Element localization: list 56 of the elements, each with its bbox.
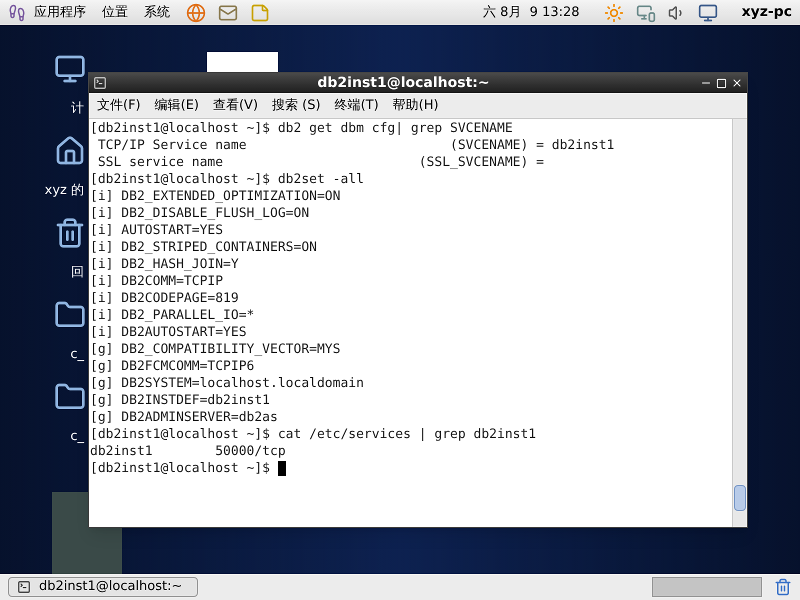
terminal-icon xyxy=(93,76,107,90)
desktop-icon-label: c_ xyxy=(70,346,86,364)
panel-menu[interactable]: 应用程序 xyxy=(34,2,86,22)
network-icon[interactable] xyxy=(636,2,656,22)
terminal-line: db2inst1 50000/tcp xyxy=(90,443,286,460)
terminal-line: [i] DB2_STRIPED_CONTAINERS=ON xyxy=(90,239,317,256)
terminal-line: [i] DB2AUTOSTART=YES xyxy=(90,324,247,341)
terminal-line: [g] DB2INSTDEF=db2inst1 xyxy=(90,392,270,409)
terminal-line: [i] DB2_DISABLE_FLUSH_LOG=ON xyxy=(90,205,310,222)
terminal-line: [g] DB2FCMCOMM=TCPIP6 xyxy=(90,358,254,375)
terminal-line: SSL service name (SSL_SVCENAME) = xyxy=(96,154,544,171)
terminal-line: [i] DB2COMM=TCPIP xyxy=(90,273,224,290)
home-folder-icon[interactable] xyxy=(54,135,86,167)
terminal-line: [i] DB2_EXTENDED_OPTIMIZATION=ON xyxy=(90,188,340,205)
text-cursor xyxy=(278,461,286,476)
terminal-line: [db2inst1@localhost ~]$ cat /etc/services | grep db2inst1 xyxy=(90,426,536,443)
desktop-icon-label: xyz 的 xyxy=(44,182,85,200)
terminal-line: [i] DB2_PARALLEL_IO=* xyxy=(90,307,254,324)
taskbar-window-button[interactable]: db2inst1@localhost:~ xyxy=(8,577,198,597)
trash-icon[interactable] xyxy=(774,578,792,596)
window-title: db2inst1@localhost:~ xyxy=(316,74,491,92)
desktop-icon-label: 计 xyxy=(71,100,85,118)
foot-logo-icon[interactable] xyxy=(8,4,26,22)
display-icon[interactable] xyxy=(698,2,718,22)
terminal-line: [db2inst1@localhost ~]$ db2set -all xyxy=(90,171,364,188)
terminal-line: TCP/IP Service name (SVCENAME) = db2inst1 xyxy=(96,137,614,154)
terminal-line: [i] DB2_HASH_JOIN=Y xyxy=(90,256,239,273)
panel-menu[interactable]: 系统 xyxy=(144,2,170,22)
menu-item[interactable]: 搜索 (S) xyxy=(272,96,321,116)
terminal-line: [g] DB2SYSTEM=localhost.localdomain xyxy=(90,375,364,392)
scrollbar-thumb[interactable] xyxy=(734,485,746,511)
terminal-icon xyxy=(17,580,31,594)
menu-item[interactable]: 查看(V) xyxy=(212,96,258,116)
panel-menu[interactable]: 位置 xyxy=(102,2,128,22)
terminal-line: [db2inst1@localhost ~]$ db2 get dbm cfg| grep SVCENAME xyxy=(90,120,513,137)
trash-icon[interactable] xyxy=(54,217,86,249)
menu-item[interactable]: 终端(T) xyxy=(334,96,379,116)
workspace-switcher[interactable] xyxy=(652,577,762,597)
terminal-line: [i] AUTOSTART=YES xyxy=(90,222,224,239)
menu-item[interactable]: 帮助(H) xyxy=(392,96,439,116)
desktop-icon-label: c_ xyxy=(70,428,86,446)
mail-icon[interactable] xyxy=(218,2,238,22)
terminal-line: [g] DB2ADMINSERVER=db2as xyxy=(90,409,278,426)
menu-item[interactable]: 编辑(E) xyxy=(154,96,199,116)
terminal-line: [i] DB2CODEPAGE=819 xyxy=(90,290,239,307)
menu-item[interactable]: 文件(F) xyxy=(97,96,141,116)
maximize-icon[interactable] xyxy=(716,78,727,88)
user-name[interactable]: xyz-pc xyxy=(742,2,792,23)
globe-icon[interactable] xyxy=(186,2,206,22)
terminal-line: [db2inst1@localhost ~]$ xyxy=(90,460,272,477)
desktop-icon-label: 回 xyxy=(71,264,85,282)
close-icon[interactable] xyxy=(731,77,743,89)
terminal-line: [g] DB2_COMPATIBILITY_VECTOR=MYS xyxy=(90,341,340,358)
clock[interactable]: 六 8月 9 13:28 xyxy=(483,2,580,22)
computer-icon[interactable] xyxy=(54,53,86,85)
scrollbar[interactable] xyxy=(732,119,747,527)
